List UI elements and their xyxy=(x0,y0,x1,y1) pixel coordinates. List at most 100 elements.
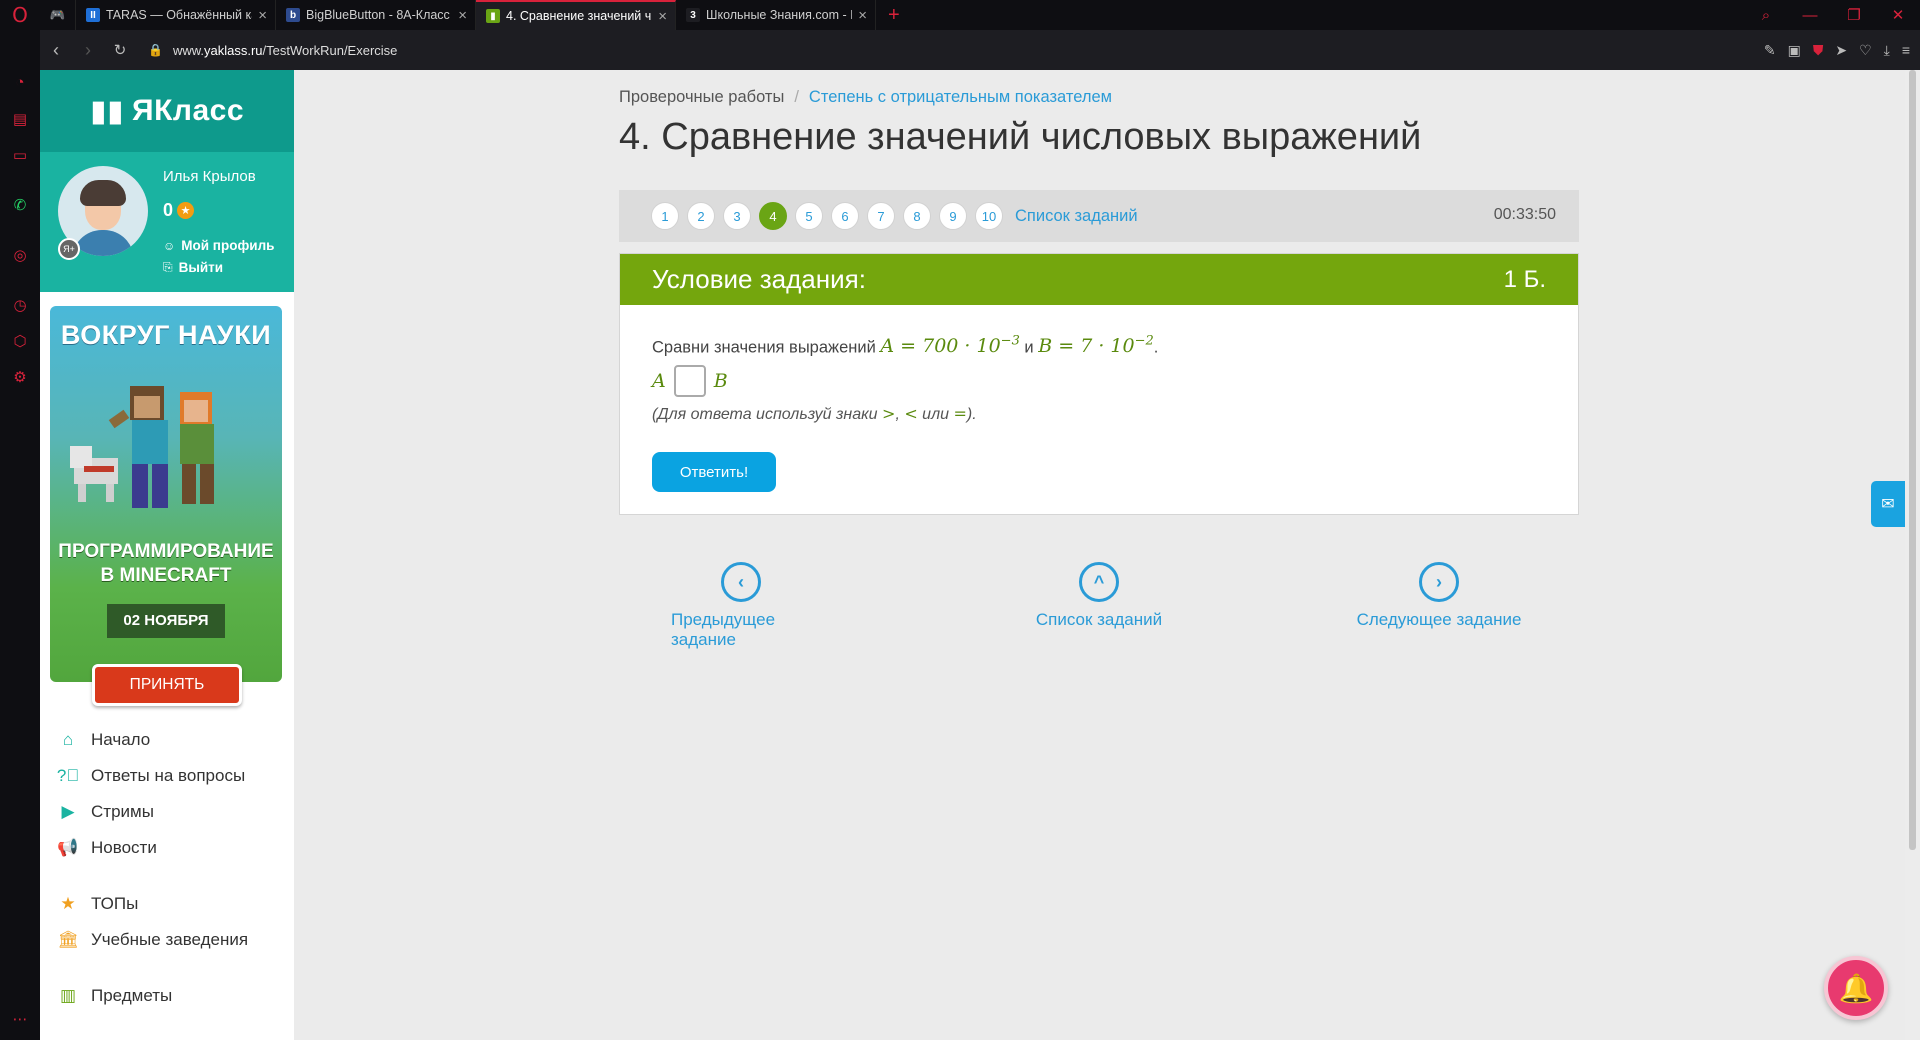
question-bubble-4-active[interactable]: 4 xyxy=(759,202,787,230)
url-domain: yaklass.ru xyxy=(204,42,263,58)
opera-menu-icon[interactable]: O xyxy=(0,0,40,30)
download-icon[interactable]: ⤓ xyxy=(1884,42,1890,59)
expression-b: B = 7 · 10−2 xyxy=(1038,334,1154,357)
back-icon[interactable]: ‹ xyxy=(40,40,72,61)
easy-setup-icon[interactable]: ≡ xyxy=(1902,42,1910,58)
adblock-shield-icon[interactable]: ⛊ xyxy=(1813,42,1824,59)
window-controls: ⌕ — ❐ ✕ xyxy=(1744,0,1920,30)
notification-bell-icon[interactable]: 🔔 xyxy=(1824,956,1888,1020)
browser-tab-2[interactable]: b BigBlueButton - 8А-Класс × xyxy=(276,0,476,30)
ad-banner[interactable]: ВОКРУГ НАУКИ ПРОГРАММИРОВАНИЕ В MINECRAF… xyxy=(50,306,282,729)
camera-icon[interactable]: ▣ xyxy=(1788,42,1801,59)
profile-link-label: Мой профиль xyxy=(181,238,275,253)
menu-gap xyxy=(40,866,294,886)
menu-item-tops[interactable]: ★ ТОПы xyxy=(40,886,294,922)
question-bubble-10[interactable]: 10 xyxy=(975,202,1003,230)
player-icon[interactable]: ◎ xyxy=(10,246,30,266)
task-list-bottom-link[interactable]: ^ Список заданий xyxy=(1019,562,1179,630)
menu-item-answers[interactable]: ?⃝ Ответы на вопросы xyxy=(40,758,294,794)
close-tab-icon[interactable]: × xyxy=(258,7,267,24)
tab-favicon-icon: II xyxy=(86,8,100,22)
edit-icon[interactable]: ✎ xyxy=(1764,42,1776,59)
ad-join-button[interactable]: ПРИНЯТЬ УЧАСТИЕ xyxy=(92,664,242,729)
site-sidebar: ▮▮ ЯКласс Я+ Илья Крылов 0 ★ ☺ Мой профи… xyxy=(40,70,294,1040)
speed-dial-icon[interactable]: ◔ xyxy=(10,74,30,94)
whatsapp-icon[interactable]: ✆ xyxy=(10,196,30,216)
task-intro: Сравни значения выражений xyxy=(652,338,881,357)
submit-answer-button[interactable]: Ответить! xyxy=(652,452,776,492)
menu-item-subjects[interactable]: ▥ Предметы xyxy=(40,978,294,1014)
tab-title: BigBlueButton - 8А-Класс xyxy=(306,8,450,22)
url-path: /TestWorkRun/Exercise xyxy=(262,42,398,58)
minecraft-characters-image xyxy=(70,386,214,508)
logout-link[interactable]: ⎘ Выйти xyxy=(163,260,223,275)
breadcrumb-current[interactable]: Степень с отрицательным показателем xyxy=(809,88,1112,106)
address-bar: ‹ › ↻ 🔒 www.yaklass.ru/TestWorkRun/Exerc… xyxy=(40,30,1920,70)
browser-tab-1[interactable]: II TARAS — Обнажённый ка × xyxy=(76,0,276,30)
bottom-navigation: ‹ Предыдущее задание ^ Список заданий › … xyxy=(619,562,1579,649)
timer: 00:33:50 xyxy=(1493,206,1556,223)
task-statement: Сравни значения выражений A = 700 · 10−3… xyxy=(652,334,1158,357)
chevron-left-icon: ‹ xyxy=(721,562,761,602)
browser-tab-3-active[interactable]: ▮ 4. Сравнение значений чи × xyxy=(476,0,676,30)
previous-task-link[interactable]: ‹ Предыдущее задание xyxy=(671,562,811,650)
yaklass-logo[interactable]: ▮▮ ЯКласс xyxy=(40,70,294,152)
close-tab-icon[interactable]: × xyxy=(858,7,867,24)
more-icon[interactable]: ⋯ xyxy=(10,1010,30,1030)
question-bubble-3[interactable]: 3 xyxy=(723,202,751,230)
new-tab-icon[interactable]: + xyxy=(888,4,900,27)
url-field[interactable]: www.yaklass.ru/TestWorkRun/Exercise xyxy=(173,43,397,58)
menu-item-streams[interactable]: ▶ Стримы xyxy=(40,794,294,830)
page-scrollbar[interactable] xyxy=(1905,70,1920,1040)
extensions-icon[interactable]: ⬡ xyxy=(10,332,30,352)
tab-title: TARAS — Обнажённый ка xyxy=(106,8,253,22)
browser-tab-4[interactable]: 3 Школьные Знания.com - I × xyxy=(676,0,876,30)
question-bubble-5[interactable]: 5 xyxy=(795,202,823,230)
avatar-hair xyxy=(80,180,126,206)
task-points: 1 Б. xyxy=(1503,265,1546,293)
task-header-title: Условие задания: xyxy=(652,264,866,294)
breadcrumb-root[interactable]: Проверочные работы xyxy=(619,88,784,106)
answer-input[interactable] xyxy=(673,365,706,397)
task-list-link[interactable]: Список заданий xyxy=(1015,207,1138,226)
send-icon[interactable]: ➤ xyxy=(1835,42,1847,59)
profile-link[interactable]: ☺ Мой профиль xyxy=(163,238,274,253)
question-bubble-1[interactable]: 1 xyxy=(651,202,679,230)
feedback-mail-icon[interactable]: ✉ xyxy=(1871,481,1905,527)
close-tab-icon[interactable]: × xyxy=(658,8,667,25)
minimize-icon[interactable]: — xyxy=(1788,7,1832,24)
question-bubble-9[interactable]: 9 xyxy=(939,202,967,230)
heart-icon[interactable]: ♡ xyxy=(1859,42,1872,59)
menu-item-home[interactable]: ⌂ Начало xyxy=(40,722,294,758)
question-bubble-7[interactable]: 7 xyxy=(867,202,895,230)
menu-item-label: Стримы xyxy=(91,802,154,821)
question-bubble-8[interactable]: 8 xyxy=(903,202,931,230)
question-bubble-6[interactable]: 6 xyxy=(831,202,859,230)
restore-icon[interactable]: ❐ xyxy=(1832,6,1876,24)
close-window-icon[interactable]: ✕ xyxy=(1876,6,1920,24)
history-icon[interactable]: ◷ xyxy=(10,296,30,316)
tab-favicon-icon: 3 xyxy=(686,8,700,22)
logout-icon: ⎘ xyxy=(163,260,173,274)
points-value: 0 xyxy=(163,200,174,220)
question-bubble-2[interactable]: 2 xyxy=(687,202,715,230)
next-task-label: Следующее задание xyxy=(1356,610,1522,629)
menu-item-news[interactable]: 📢 Новости xyxy=(40,830,294,866)
twitch-icon[interactable]: ▭ xyxy=(10,146,30,166)
next-task-link[interactable]: › Следующее задание xyxy=(1339,562,1539,630)
settings-icon[interactable]: ⚙ xyxy=(10,368,30,388)
workspace-icon[interactable]: ▤ xyxy=(10,110,30,130)
scrollbar-thumb[interactable] xyxy=(1909,70,1916,850)
hint-less: < xyxy=(904,404,918,423)
forward-icon[interactable]: › xyxy=(72,40,104,61)
tab-gamepad-icon[interactable]: 🎮 xyxy=(40,0,76,30)
lock-icon[interactable]: 🔒 xyxy=(148,43,163,57)
task-header: Условие задания: 1 Б. xyxy=(620,254,1578,305)
avatar-body xyxy=(72,230,134,256)
close-tab-icon[interactable]: × xyxy=(458,7,467,24)
menu-item-schools[interactable]: 🏛 Учебные заведения xyxy=(40,922,294,958)
chevron-up-icon: ^ xyxy=(1079,562,1119,602)
reload-icon[interactable]: ↻ xyxy=(104,41,136,59)
search-tabs-icon[interactable]: ⌕ xyxy=(1744,7,1788,24)
statement-end: . xyxy=(1153,338,1159,357)
